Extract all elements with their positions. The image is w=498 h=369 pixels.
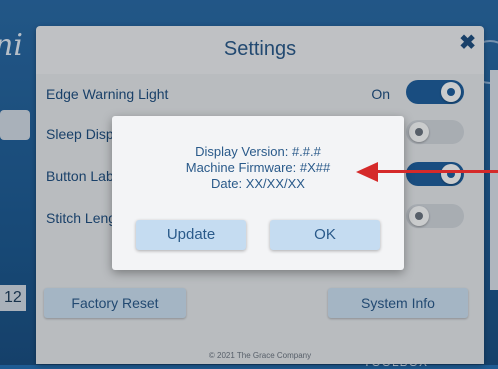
system-info-dialog: Display Version: #.#.# Machine Firmware:… [112,116,404,270]
display-version-text: Display Version: #.#.# [195,144,321,159]
annotation-arrow-line [372,170,498,173]
update-button[interactable]: Update [136,220,246,250]
annotation-arrow-icon [356,162,378,182]
ok-button[interactable]: OK [270,220,380,250]
